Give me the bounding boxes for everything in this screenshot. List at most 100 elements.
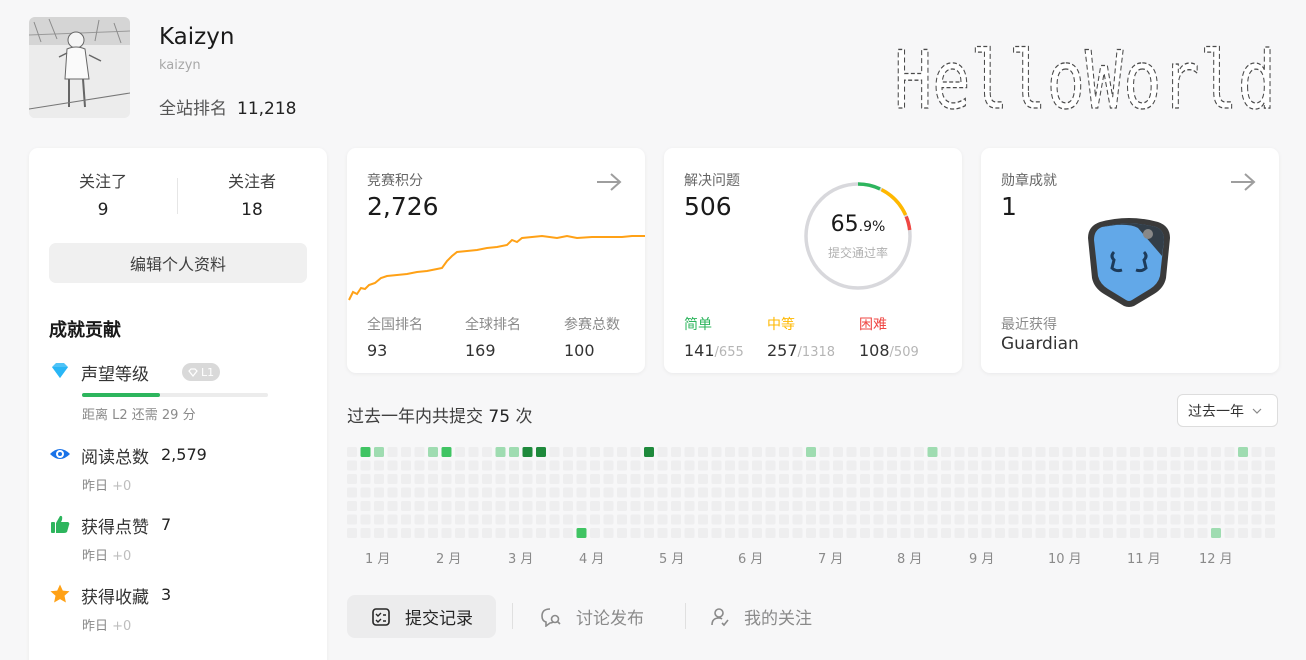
heatmap-cell[interactable] bbox=[1022, 514, 1032, 525]
heatmap-cell[interactable] bbox=[1076, 474, 1086, 484]
heatmap-cell[interactable] bbox=[630, 474, 641, 484]
heatmap-cell[interactable] bbox=[414, 447, 425, 457]
heatmap-cell[interactable] bbox=[455, 501, 465, 511]
heatmap-cell[interactable] bbox=[941, 514, 951, 525]
heatmap-cell[interactable] bbox=[806, 487, 816, 498]
heatmap-cell[interactable] bbox=[1197, 460, 1208, 471]
heatmap-cell[interactable] bbox=[1143, 447, 1154, 457]
heatmap-cell[interactable] bbox=[671, 514, 681, 525]
heatmap-cell[interactable] bbox=[441, 501, 452, 511]
heatmap-cell[interactable] bbox=[846, 447, 857, 457]
heatmap-cell[interactable] bbox=[954, 474, 965, 484]
heatmap-cell[interactable] bbox=[698, 501, 708, 511]
heatmap-cell[interactable] bbox=[711, 447, 722, 457]
heatmap-cell[interactable] bbox=[536, 460, 546, 471]
heatmap-cell[interactable] bbox=[968, 447, 978, 457]
heatmap-cell[interactable] bbox=[536, 528, 546, 538]
heatmap-cell[interactable] bbox=[374, 474, 384, 484]
heatmap-cell[interactable] bbox=[387, 514, 398, 525]
heatmap-cell[interactable] bbox=[590, 501, 600, 511]
heatmap-cell[interactable] bbox=[414, 514, 425, 525]
heatmap-cell[interactable] bbox=[752, 501, 762, 511]
heatmap-cell[interactable] bbox=[698, 514, 708, 525]
heatmap-cell[interactable] bbox=[698, 528, 708, 538]
heatmap-cell[interactable] bbox=[549, 514, 560, 525]
heatmap-cell[interactable] bbox=[806, 501, 816, 511]
heatmap-cell[interactable] bbox=[954, 501, 965, 511]
heatmap-cell[interactable] bbox=[711, 514, 722, 525]
heatmap-cell[interactable] bbox=[1157, 460, 1167, 471]
heatmap-cell[interactable] bbox=[482, 460, 492, 471]
heatmap-cell[interactable] bbox=[1265, 487, 1275, 498]
heatmap-cell[interactable] bbox=[347, 528, 357, 538]
heatmap-cell[interactable] bbox=[806, 528, 816, 538]
heatmap-cell[interactable] bbox=[914, 447, 924, 457]
heatmap-cell[interactable] bbox=[657, 501, 668, 511]
heatmap-cell[interactable] bbox=[576, 487, 587, 498]
heatmap-cell[interactable] bbox=[1143, 514, 1154, 525]
heatmap-cell[interactable] bbox=[1143, 501, 1154, 511]
heatmap-cell[interactable] bbox=[725, 474, 735, 484]
heatmap-cell[interactable] bbox=[779, 460, 789, 471]
heatmap-cell[interactable] bbox=[1076, 528, 1086, 538]
heatmap-cell[interactable] bbox=[522, 514, 533, 525]
heatmap-cell[interactable] bbox=[1089, 474, 1100, 484]
tab-following[interactable]: 我的关注 bbox=[692, 595, 830, 638]
heatmap-cell[interactable] bbox=[603, 447, 614, 457]
heatmap-cell[interactable] bbox=[887, 447, 897, 457]
arrow-right-icon[interactable] bbox=[1229, 172, 1257, 192]
heatmap-cell[interactable] bbox=[1130, 487, 1140, 498]
heatmap-cell[interactable] bbox=[806, 474, 816, 484]
heatmap-cell[interactable] bbox=[495, 514, 506, 525]
heatmap-cell[interactable] bbox=[1224, 460, 1235, 471]
heatmap-cell[interactable] bbox=[711, 501, 722, 511]
heatmap-cell[interactable] bbox=[806, 447, 816, 457]
heatmap-cell[interactable] bbox=[603, 501, 614, 511]
heatmap-cell[interactable] bbox=[468, 474, 479, 484]
heatmap-cell[interactable] bbox=[765, 460, 776, 471]
heatmap-cell[interactable] bbox=[1008, 447, 1019, 457]
heatmap-cell[interactable] bbox=[1089, 501, 1100, 511]
heatmap-cell[interactable] bbox=[860, 487, 870, 498]
heatmap-cell[interactable] bbox=[1184, 447, 1194, 457]
heatmap-cell[interactable] bbox=[549, 447, 560, 457]
heatmap-cell[interactable] bbox=[725, 528, 735, 538]
heatmap-cell[interactable] bbox=[455, 460, 465, 471]
heatmap-cell[interactable] bbox=[374, 501, 384, 511]
heatmap-cell[interactable] bbox=[1265, 460, 1275, 471]
heatmap-cell[interactable] bbox=[657, 474, 668, 484]
heatmap-cell[interactable] bbox=[900, 487, 911, 498]
heatmap-cell[interactable] bbox=[441, 447, 452, 457]
heatmap-cell[interactable] bbox=[698, 447, 708, 457]
heatmap-cell[interactable] bbox=[1238, 447, 1248, 457]
heatmap-cell[interactable] bbox=[725, 460, 735, 471]
heatmap-cell[interactable] bbox=[509, 528, 519, 538]
heatmap-cell[interactable] bbox=[482, 501, 492, 511]
heatmap-cell[interactable] bbox=[1238, 474, 1248, 484]
heatmap-cell[interactable] bbox=[711, 474, 722, 484]
heatmap-cell[interactable] bbox=[549, 460, 560, 471]
heatmap-cell[interactable] bbox=[1143, 460, 1154, 471]
heatmap-cell[interactable] bbox=[563, 528, 573, 538]
heatmap-cell[interactable] bbox=[995, 474, 1005, 484]
heatmap-cell[interactable] bbox=[765, 487, 776, 498]
heatmap-cell[interactable] bbox=[1022, 460, 1032, 471]
heatmap-cell[interactable] bbox=[738, 487, 749, 498]
heatmap-cell[interactable] bbox=[374, 528, 384, 538]
heatmap-cell[interactable] bbox=[981, 514, 992, 525]
heatmap-cell[interactable] bbox=[887, 501, 897, 511]
heatmap-cell[interactable] bbox=[1197, 501, 1208, 511]
heatmap-cell[interactable] bbox=[819, 501, 830, 511]
heatmap-cell[interactable] bbox=[1130, 514, 1140, 525]
heatmap-cell[interactable] bbox=[522, 474, 533, 484]
heatmap-cell[interactable] bbox=[779, 487, 789, 498]
heatmap-cell[interactable] bbox=[509, 487, 519, 498]
heatmap-cell[interactable] bbox=[981, 447, 992, 457]
badges-card[interactable]: 勋章成就 1 最近获得 Guardian bbox=[981, 148, 1279, 373]
heatmap-cell[interactable] bbox=[698, 460, 708, 471]
heatmap-cell[interactable] bbox=[495, 528, 506, 538]
heatmap-cell[interactable] bbox=[698, 474, 708, 484]
heatmap-cell[interactable] bbox=[617, 474, 627, 484]
heatmap-cell[interactable] bbox=[725, 487, 735, 498]
heatmap-cell[interactable] bbox=[1211, 528, 1221, 538]
